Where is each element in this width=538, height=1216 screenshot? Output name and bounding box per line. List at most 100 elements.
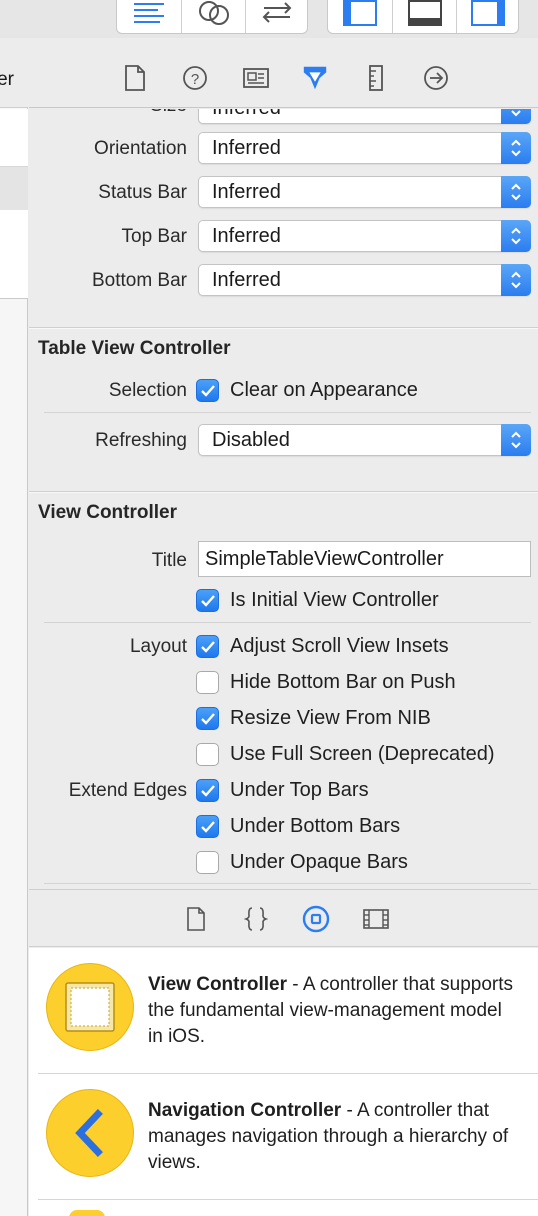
- attributes-icon: [303, 66, 327, 90]
- view-controller-title: View Controller: [38, 502, 178, 523]
- attributes-inspector-tab[interactable]: [301, 64, 329, 92]
- under-bottom-bars-label[interactable]: Under Bottom Bars: [230, 815, 400, 838]
- toggle-navigator-button[interactable]: [328, 0, 392, 33]
- library-item-navigation-controller[interactable]: Navigation Controller - A controller tha…: [29, 1074, 538, 1200]
- bottom-bar-stepper: [501, 264, 531, 296]
- top-bar-popup[interactable]: Inferred: [198, 220, 531, 252]
- under-top-bars-label[interactable]: Under Top Bars: [230, 779, 369, 802]
- panel-visibility-segmented-control: [327, 0, 519, 34]
- title-field[interactable]: SimpleTableViewController: [198, 541, 531, 577]
- debug-area-icon: [407, 0, 442, 26]
- outline-selected-row[interactable]: [0, 166, 28, 210]
- updown-chevron-icon: [511, 227, 521, 245]
- updown-chevron-icon: [511, 139, 521, 157]
- film-strip-icon: [363, 909, 389, 929]
- orientation-label: Orientation: [94, 138, 187, 159]
- section-divider: [29, 327, 538, 329]
- view-controller-description: View Controller - A controller that supp…: [148, 972, 518, 1050]
- section-divider: [29, 491, 538, 493]
- status-bar-label: Status Bar: [98, 182, 187, 203]
- navigation-controller-description: Navigation Controller - A controller tha…: [148, 1098, 518, 1176]
- arrow-circle-icon: [424, 66, 448, 90]
- toggle-utilities-button[interactable]: [457, 0, 519, 33]
- checkmark-icon: [200, 594, 215, 607]
- bottom-bar-label: Bottom Bar: [91, 270, 187, 291]
- help-icon: ?: [183, 66, 207, 90]
- top-bar-stepper: [501, 220, 531, 252]
- extend-edges-label: Extend Edges: [68, 780, 187, 801]
- outline-header: er: [0, 38, 28, 108]
- braces-icon: [244, 907, 268, 931]
- under-opaque-bars-label[interactable]: Under Opaque Bars: [230, 851, 408, 874]
- title-field-value: SimpleTableViewController: [205, 548, 444, 570]
- orientation-value: Inferred: [212, 137, 281, 159]
- next-library-item-icon: [69, 1210, 105, 1216]
- table-view-controller-title: Table View Controller: [38, 338, 231, 359]
- size-value: Inferred: [212, 109, 281, 120]
- under-opaque-bars-checkbox[interactable]: [196, 851, 219, 874]
- view-controller-icon: [46, 963, 134, 1051]
- hide-bottom-bar-label[interactable]: Hide Bottom Bar on Push: [230, 671, 456, 694]
- status-bar-stepper: [501, 176, 531, 208]
- clear-on-appearance-checkbox[interactable]: [196, 379, 219, 402]
- checkmark-icon: [200, 820, 215, 833]
- orientation-popup[interactable]: Inferred: [198, 132, 531, 164]
- identity-inspector-tab[interactable]: [242, 64, 270, 92]
- file-template-library-tab[interactable]: [182, 905, 210, 933]
- size-popup[interactable]: Inferred: [198, 109, 531, 124]
- use-full-screen-checkbox[interactable]: [196, 743, 219, 766]
- size-row-clipped: Size Inferred: [29, 109, 538, 127]
- navigator-panel-icon: [343, 0, 377, 26]
- initial-view-controller-checkbox[interactable]: [196, 589, 219, 612]
- adjust-scroll-view-insets-label[interactable]: Adjust Scroll View Insets: [230, 635, 449, 658]
- toggle-debug-area-button[interactable]: [393, 0, 456, 33]
- assistant-editor-button[interactable]: [182, 0, 245, 33]
- bottom-bar-popup[interactable]: Inferred: [198, 264, 531, 296]
- status-bar-popup[interactable]: Inferred: [198, 176, 531, 208]
- hide-bottom-bar-checkbox[interactable]: [196, 671, 219, 694]
- size-stepper: [501, 109, 531, 124]
- object-library-tab[interactable]: [302, 905, 330, 933]
- file-icon: [187, 907, 205, 931]
- under-top-bars-checkbox[interactable]: [196, 779, 219, 802]
- object-library-icon: [302, 905, 330, 933]
- editor-mode-segmented-control: [116, 0, 308, 34]
- resize-view-from-nib-label[interactable]: Resize View From NIB: [230, 707, 431, 730]
- media-library-tab[interactable]: [362, 905, 390, 933]
- standard-editor-button[interactable]: [117, 0, 181, 33]
- library-item-view-controller[interactable]: View Controller - A controller that supp…: [29, 948, 538, 1074]
- orientation-stepper: [501, 132, 531, 164]
- library-tab-bar: [29, 889, 538, 947]
- connections-inspector-tab[interactable]: [422, 64, 450, 92]
- checkmark-icon: [200, 384, 215, 397]
- navigation-controller-icon: [46, 1089, 134, 1177]
- quick-help-tab[interactable]: ?: [181, 64, 209, 92]
- updown-chevron-icon: [511, 271, 521, 289]
- version-editor-button[interactable]: [246, 0, 308, 33]
- size-inspector-tab[interactable]: [362, 64, 390, 92]
- under-bottom-bars-checkbox[interactable]: [196, 815, 219, 838]
- bottom-bar-value: Inferred: [212, 269, 281, 291]
- row-divider: [44, 622, 531, 623]
- resize-view-from-nib-checkbox[interactable]: [196, 707, 219, 730]
- navigation-controller-name: Navigation Controller: [148, 1100, 342, 1121]
- adjust-scroll-view-insets-checkbox[interactable]: [196, 635, 219, 658]
- status-bar-value: Inferred: [212, 181, 281, 203]
- file-inspector-tab[interactable]: [121, 64, 149, 92]
- top-bar-label: Top Bar: [121, 226, 187, 247]
- clear-on-appearance-label[interactable]: Clear on Appearance: [230, 379, 418, 402]
- outline-header-text: er: [0, 69, 14, 90]
- refreshing-popup[interactable]: Disabled: [198, 424, 531, 456]
- utilities-panel-icon: [471, 0, 505, 26]
- layout-label: Layout: [129, 636, 187, 657]
- use-full-screen-label[interactable]: Use Full Screen (Deprecated): [230, 743, 495, 766]
- inspector-tab-bar: ?: [29, 38, 538, 108]
- updown-chevron-icon: [511, 110, 521, 117]
- object-library-list: View Controller - A controller that supp…: [29, 948, 538, 1216]
- standard-editor-icon: [134, 3, 164, 23]
- code-snippet-library-tab[interactable]: [242, 905, 270, 933]
- row-divider: [44, 412, 531, 413]
- library-divider: [38, 1199, 538, 1200]
- initial-view-controller-label[interactable]: Is Initial View Controller: [230, 589, 439, 612]
- view-controller-name: View Controller: [148, 974, 288, 995]
